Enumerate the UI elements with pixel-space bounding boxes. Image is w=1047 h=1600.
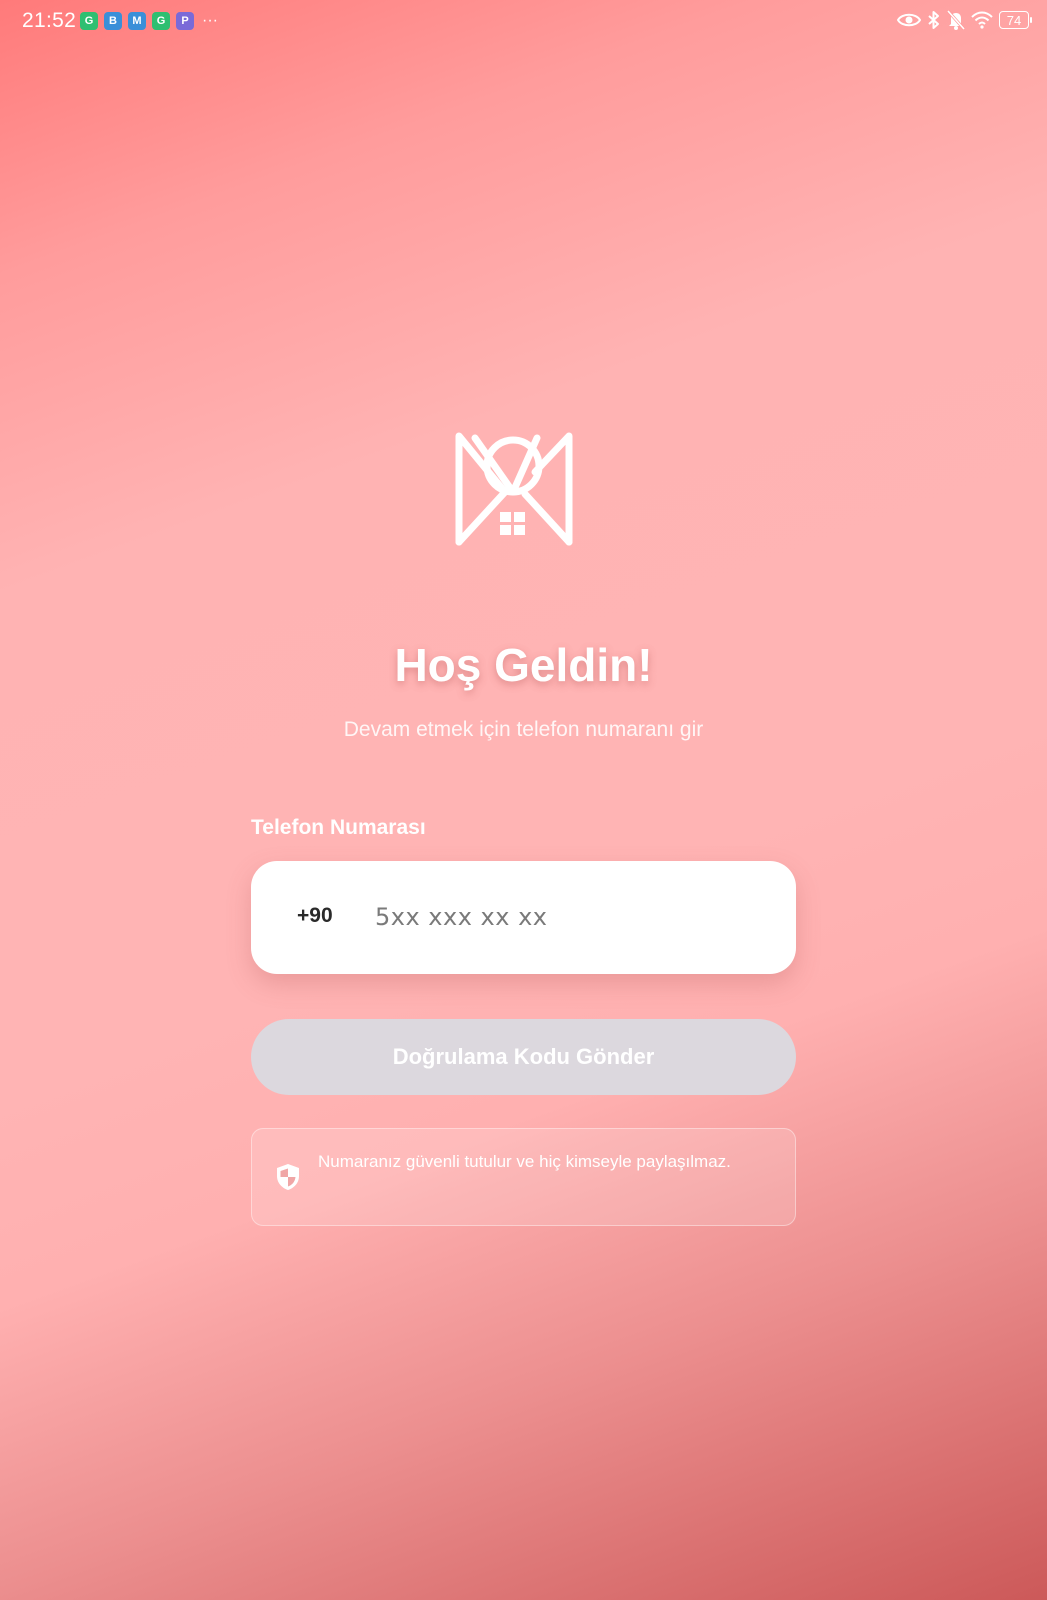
country-code: +90 — [297, 904, 333, 927]
more-notifications-icon: ··· — [202, 12, 218, 29]
battery-level: 74 — [1006, 12, 1022, 28]
app-notification-icon: B — [104, 12, 122, 30]
privacy-info-text: Numaranız güvenli tutulur ve hiç kimseyl… — [318, 1152, 731, 1171]
message-notification-icon: M — [128, 12, 146, 30]
privacy-info-box: Numaranız güvenli tutulur ve hiç kimseyl… — [251, 1128, 796, 1226]
welcome-title: Hoş Geldin! — [394, 639, 653, 691]
grammar-app-notification-icon-2: G — [152, 12, 170, 30]
battery-icon: 74 — [999, 11, 1032, 29]
bell-muted-icon — [947, 10, 965, 30]
eye-icon — [897, 13, 921, 27]
notification-icons: G B M G P ··· — [80, 12, 218, 30]
send-verification-code-button[interactable]: Doğrulama Kodu Gönder — [251, 1019, 796, 1095]
grammar-app-notification-icon: G — [80, 12, 98, 30]
bluetooth-icon — [928, 11, 939, 29]
phone-field-label: Telefon Numarası — [251, 816, 426, 839]
status-bar: 21:52 G B M G P ··· 74 — [0, 0, 1047, 44]
shield-icon — [277, 1164, 299, 1190]
system-icons: 74 — [897, 10, 1032, 30]
welcome-subtitle: Devam etmek için telefon numaranı gir — [343, 718, 704, 741]
phone-field[interactable]: +90 — [251, 861, 796, 974]
mr-house-logo-icon — [455, 432, 573, 546]
wifi-icon — [971, 11, 993, 29]
status-time: 21:52 — [22, 9, 77, 32]
app-notification-icon-2: P — [176, 12, 194, 30]
phone-input[interactable] — [375, 891, 765, 943]
